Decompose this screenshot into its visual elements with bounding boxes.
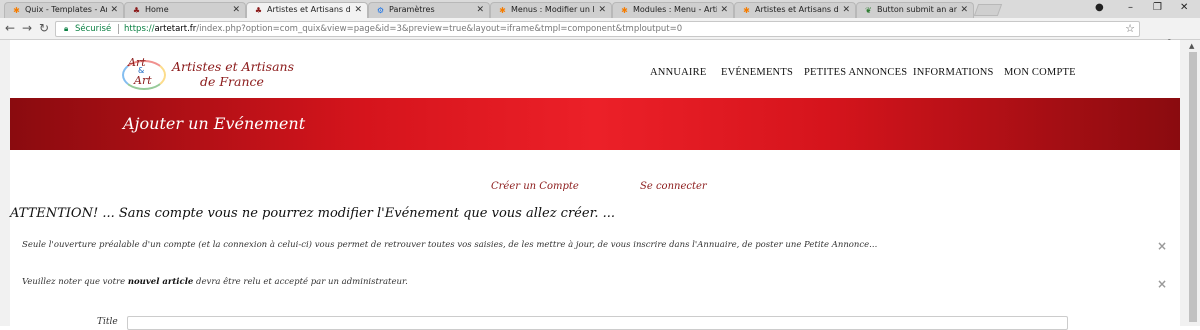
secure-label: Sécurisé [75, 24, 112, 34]
browser-tab-4[interactable]: ⚙ Paramètres ✕ [368, 2, 490, 18]
nav-evenements[interactable]: EVÉNEMENTS [721, 67, 793, 78]
tab-title: Paramètres [389, 5, 435, 14]
url-prefix: https:// [124, 24, 155, 34]
page-content: Art & Art Artistes et Artisans de France… [10, 40, 1180, 330]
brand-line-2: de France [200, 74, 264, 89]
forward-icon[interactable]: → [22, 21, 32, 35]
page-title: Ajouter un Evénement [123, 114, 306, 133]
joomla-icon: ✱ [743, 6, 750, 15]
browser-tab-2[interactable]: ♣ Home ✕ [124, 2, 246, 18]
close-tab-icon[interactable]: ✕ [842, 3, 850, 17]
page-viewport: Art & Art Artistes et Artisans de France… [0, 40, 1200, 330]
close-tab-icon[interactable]: ✕ [598, 3, 606, 17]
site-brand[interactable]: Artistes et Artisans de France [172, 59, 294, 89]
address-bar[interactable]: 🔒︎ Sécurisé https://artetart.fr/index.ph… [55, 21, 1140, 37]
close-tab-icon[interactable]: ✕ [354, 3, 362, 17]
site-logo[interactable]: Art & Art [122, 54, 172, 90]
nav-petites-annonces[interactable]: PETITES ANNONCES [804, 67, 907, 78]
tab-strip: ✱ Quix - Templates - Artiste ✕ ♣ Home ✕ … [0, 0, 1200, 18]
leaf-icon: ❦ [865, 6, 872, 15]
url-text: https://artetart.fr/index.php?option=com… [124, 22, 682, 36]
url-path: /index.php?option=com_quix&view=page&id=… [196, 24, 683, 34]
browser-tab-3[interactable]: ♣ Artistes et Artisans de Fra ✕ [246, 2, 368, 18]
tab-title: Button submit an article [877, 5, 957, 14]
bookmark-star-icon[interactable]: ☆ [1125, 22, 1135, 36]
close-tab-icon[interactable]: ✕ [720, 3, 728, 17]
create-account-link[interactable]: Créer un Compte [491, 181, 579, 192]
scroll-up-icon[interactable]: ▲ [1189, 42, 1194, 50]
close-tab-icon[interactable]: ✕ [232, 3, 240, 17]
back-icon[interactable]: ← [5, 21, 15, 35]
browser-tab-6[interactable]: ✱ Modules : Menu - Artiste ✕ [612, 2, 734, 18]
alert-bold-text: nouvel article [127, 277, 194, 287]
browser-tab-5[interactable]: ✱ Menus : Modifier un lien ✕ [490, 2, 612, 18]
close-tab-icon[interactable]: ✕ [476, 3, 484, 17]
logo-word: Art [134, 74, 152, 87]
info-alert-review: Veuillez noter que votre nouvel article … [22, 277, 408, 287]
close-icon[interactable]: × [1157, 239, 1167, 253]
browser-toolbar: ← → ↻ 🔒︎ Sécurisé https://artetart.fr/in… [0, 18, 1200, 53]
tab-title: Artistes et Artisans de Fra [755, 5, 839, 14]
tab-title: Home [145, 5, 169, 14]
tab-title: Quix - Templates - Artiste [25, 5, 107, 14]
tab-title: Artistes et Artisans de Fra [267, 5, 351, 14]
info-alert-account: Seule l'ouverture préalable d'un compte … [22, 240, 878, 250]
lock-icon: 🔒︎ [64, 24, 69, 33]
close-icon[interactable]: × [1157, 277, 1167, 291]
joomla-icon: ✱ [13, 6, 20, 15]
browser-tab-1[interactable]: ✱ Quix - Templates - Artiste ✕ [4, 2, 124, 18]
joomla-icon: ✱ [499, 6, 506, 15]
scrollbar-thumb[interactable] [1189, 52, 1197, 322]
url-host: artetart.fr [154, 24, 197, 34]
brand-line-1: Artistes et Artisans [172, 59, 294, 74]
close-tab-icon[interactable]: ✕ [110, 3, 118, 17]
browser-tab-8[interactable]: ❦ Button submit an article ✕ [856, 2, 974, 18]
minimize-icon[interactable]: – [1128, 2, 1133, 13]
close-window-icon[interactable]: ✕ [1180, 2, 1188, 13]
tab-title: Modules : Menu - Artiste [633, 5, 717, 14]
nav-mon-compte[interactable]: MON COMPTE [1004, 67, 1076, 78]
tab-title: Menus : Modifier un lien [511, 5, 595, 14]
divider [118, 24, 119, 34]
restore-icon[interactable]: ❐ [1153, 2, 1162, 13]
close-tab-icon[interactable]: ✕ [960, 3, 968, 17]
gear-icon: ⚙ [376, 6, 385, 15]
profile-icon[interactable]: ● [1095, 2, 1104, 13]
new-tab-button[interactable] [973, 4, 1003, 16]
nav-informations[interactable]: INFORMATIONS [913, 67, 994, 78]
nav-annuaire[interactable]: ANNUAIRE [650, 67, 706, 78]
tree-icon: ♣ [254, 6, 263, 15]
alert-text: devra être relu et accepté par un admini… [193, 277, 408, 287]
joomla-icon: ✱ [621, 6, 628, 15]
reload-icon[interactable]: ↻ [39, 21, 49, 35]
alert-text: Veuillez noter que votre [22, 277, 128, 287]
title-input[interactable] [127, 316, 1068, 330]
login-link[interactable]: Se connecter [640, 181, 707, 192]
attention-message: ATTENTION! ... Sans compte vous ne pourr… [10, 206, 616, 221]
tree-icon: ♣ [132, 6, 141, 15]
scrollbar[interactable]: ▲ [1186, 40, 1200, 326]
browser-tab-7[interactable]: ✱ Artistes et Artisans de Fra ✕ [734, 2, 856, 18]
